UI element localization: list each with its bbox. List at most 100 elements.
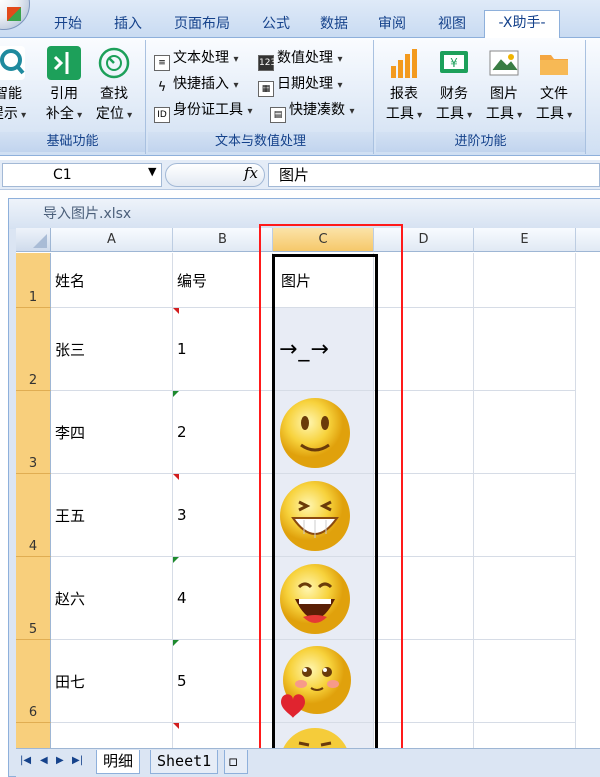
tab-x-helper[interactable]: -X助手- [484,10,560,39]
comment-indicator [173,474,179,480]
row-header-6[interactable]: 6 [16,640,51,723]
tab-insert[interactable]: 插入 [100,12,156,38]
name-box[interactable]: C1 [2,163,162,187]
column-header-a[interactable]: A [51,228,173,252]
row-header-1[interactable]: 1 [16,253,51,308]
tab-data[interactable]: 数据 [306,12,362,38]
office-button[interactable] [0,0,30,30]
column-header-b[interactable]: B [173,228,273,252]
quick-insert-button[interactable]: ϟ 快捷插入 [154,72,238,96]
number-process-button[interactable]: 123数值处理 [258,46,342,71]
finance-tools-button[interactable]: ¥ 财务 工具 [430,46,478,126]
date-process-button[interactable]: ▦ 日期处理 [258,72,342,97]
quick-insert-label: 快捷插入 [173,76,229,92]
cell-a2[interactable]: 张三 [51,308,173,391]
ribbon-tab-bar: 开始 插入 页面布局 公式 数据 审阅 视图 -X助手- [0,0,600,39]
text-process-button[interactable]: ≡ 文本处理 [154,46,238,71]
cell-a5[interactable]: 赵六 [51,557,173,640]
id-value: 1 [177,340,187,358]
cell-b1[interactable]: 编号 [173,253,273,308]
error-indicator [173,391,179,397]
highlight-annotation-box [259,224,403,758]
prev-sheet-icon[interactable]: ◀ [40,755,48,766]
ref-complete-button[interactable]: 引用 补全 [40,46,88,126]
file-tools-line1: 文件 [540,86,568,102]
smart-tips-button[interactable]: 智能 提示 [0,46,32,126]
id-card-tool-label: 身份证工具 [173,102,243,118]
tab-home[interactable]: 开始 [40,12,96,38]
group-advanced: 报表 工具 ¥ 财务 工具 图片 工具 文件 工具 进阶功能 [376,40,586,154]
column-header-e[interactable]: E [474,228,576,252]
quick-sum-label: 快捷凑数 [289,102,345,118]
picture-tools-line2: 工具 [480,104,528,126]
text-process-icon: ≡ [154,55,170,71]
cell-e4[interactable] [474,474,576,557]
report-tools-line2: 工具 [380,104,428,126]
sheet-tab-detail[interactable]: 明细 [96,750,141,774]
finance-tools-line1: 财务 [440,86,468,102]
office-logo-icon [7,7,21,21]
tab-view[interactable]: 视图 [424,12,480,38]
cell-a3[interactable]: 李四 [51,391,173,474]
comment-indicator [173,308,179,314]
id-value: 5 [177,672,187,690]
bar-chart-icon [387,46,421,80]
cell-e3[interactable] [474,391,576,474]
cell-a7[interactable] [51,723,173,748]
tab-review[interactable]: 审阅 [364,12,420,38]
first-sheet-icon[interactable]: |◀ [20,755,31,766]
finance-tools-line2: 工具 [430,104,478,126]
cell-b4[interactable]: 3 [173,474,273,557]
cell-e2[interactable] [474,308,576,391]
name-box-dropdown-icon[interactable]: ▼ [148,165,156,178]
formula-bar: C1 ▼ fx 图片 [0,160,600,190]
svg-text:¥: ¥ [450,56,458,70]
row-header-4[interactable]: 4 [16,474,51,557]
cell-e1[interactable] [474,253,576,308]
cell-a4[interactable]: 王五 [51,474,173,557]
cell-b3[interactable]: 2 [173,391,273,474]
tab-formulas[interactable]: 公式 [248,12,304,38]
row-header-7[interactable] [16,723,51,748]
formula-input[interactable]: 图片 [268,163,600,187]
cell-b7[interactable] [173,723,273,748]
report-tools-button[interactable]: 报表 工具 [380,46,428,126]
find-locate-button[interactable]: 查找 定位 [90,46,138,126]
cell-e5[interactable] [474,557,576,640]
row-header-3[interactable]: 3 [16,391,51,474]
group-basic-functions: 智能 提示 引用 补全 查找 定位 基础功能 [0,40,146,154]
row-header-5[interactable]: 5 [16,557,51,640]
cell-b2[interactable]: 1 [173,308,273,391]
magnifier-icon [0,46,25,80]
cell-a1[interactable]: 姓名 [51,253,173,308]
picture-icon [487,46,521,80]
row-number: 5 [28,622,38,637]
sheet-tab-sheet1[interactable]: Sheet1 [150,750,219,774]
ref-complete-line1: 引用 [50,86,78,102]
select-all-corner[interactable] [16,228,51,252]
calculator-icon: ▤ [270,107,286,123]
cell-b6[interactable]: 5 [173,640,273,723]
cell-a6[interactable]: 田七 [51,640,173,723]
last-sheet-icon[interactable]: ▶| [72,755,83,766]
picture-tools-button[interactable]: 图片 工具 [480,46,528,126]
new-sheet-icon[interactable]: ▫ [224,750,248,774]
file-tools-button[interactable]: 文件 工具 [530,46,578,126]
row-header-2[interactable]: 2 [16,308,51,391]
id-card-tool-button[interactable]: ID 身份证工具 [154,98,252,123]
fx-icon[interactable]: fx [244,164,258,182]
tab-page-layout[interactable]: 页面布局 [162,12,242,38]
date-process-label: 日期处理 [277,76,333,92]
cell-e6[interactable] [474,640,576,723]
id-value: 2 [177,423,187,441]
smart-tips-line2: 提示 [0,104,32,126]
column-header-f[interactable] [576,228,600,252]
row-number: 4 [28,539,38,554]
text-process-label: 文本处理 [173,50,229,66]
ref-complete-line2: 补全 [40,104,88,126]
error-indicator [173,640,179,646]
cell-b5[interactable]: 4 [173,557,273,640]
next-sheet-icon[interactable]: ▶ [56,755,64,766]
quick-sum-button[interactable]: ▤ 快捷凑数 [270,98,354,123]
cell-e7[interactable] [474,723,576,748]
